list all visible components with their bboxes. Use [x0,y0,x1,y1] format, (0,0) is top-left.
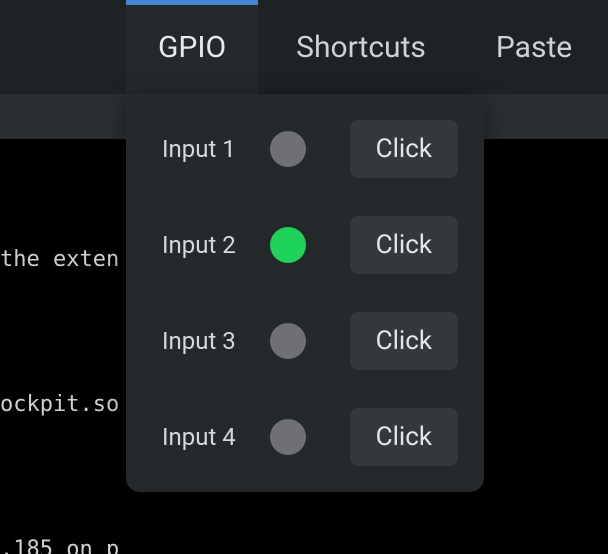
gpio-click-button-3[interactable]: Click [350,312,458,370]
tabbar-lead-spacer [0,0,126,94]
gpio-click-button-2[interactable]: Click [350,216,458,274]
gpio-input-label: Input 4 [162,423,250,451]
gpio-click-button-1[interactable]: Click [350,120,458,178]
tab-shortcuts-label: Shortcuts [296,30,426,65]
gpio-row-1: Input 1 Click [162,120,458,178]
gpio-input-label: Input 1 [162,135,250,163]
gpio-indicator-3 [270,323,306,359]
tab-bar: GPIO Shortcuts Paste [0,0,608,94]
gpio-click-button-4[interactable]: Click [350,408,458,466]
gpio-input-label: Input 2 [162,231,250,259]
gpio-dropdown: Input 1 Click Input 2 Click Input 3 Clic… [126,94,484,492]
gpio-indicator-1 [270,131,306,167]
tab-gpio-label: GPIO [158,30,226,65]
tab-gpio[interactable]: GPIO [126,0,258,94]
gpio-row-3: Input 3 Click [162,312,458,370]
gpio-input-label: Input 3 [162,327,250,355]
tab-paste-label: Paste [496,30,572,65]
gpio-row-2: Input 2 Click [162,216,458,274]
gpio-row-4: Input 4 Click [162,408,458,466]
gpio-indicator-2 [270,227,306,263]
gpio-indicator-4 [270,419,306,455]
tab-shortcuts[interactable]: Shortcuts [264,0,458,94]
tab-paste[interactable]: Paste [464,0,604,94]
terminal-line: .185 on p [0,535,608,554]
